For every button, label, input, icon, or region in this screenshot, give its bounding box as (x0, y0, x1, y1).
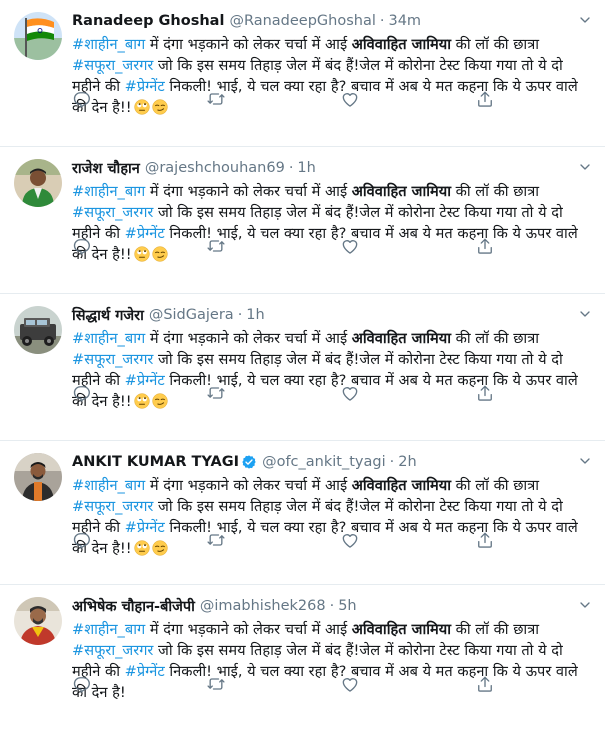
hashtag-link[interactable]: #शाहीन_बाग (72, 36, 145, 53)
hashtag-link[interactable]: #सफूरा_जरगर (72, 642, 153, 659)
verified-badge-icon (241, 454, 257, 470)
chevron-down-icon[interactable] (577, 306, 593, 322)
tweet-text-segment: की लॉ की छात्रा (450, 330, 540, 347)
user-handle[interactable]: @imabhishek268 (200, 598, 326, 614)
time-separator: · (237, 307, 243, 323)
tweet-content: अभिषेक चौहान-बीजेपी @imabhishek268 · 5h … (72, 595, 591, 703)
time-separator: · (389, 454, 395, 470)
like-icon[interactable] (340, 530, 360, 550)
tweet-header: सिद्धार्थ गजेरा @SidGajera · 1h (72, 304, 591, 326)
tweet-actions (72, 236, 492, 256)
tweet-header: Ranadeep Ghoshal @RanadeepGhoshal · 34m (72, 10, 591, 32)
tweet-text-segment: की लॉ की छात्रा (450, 477, 540, 494)
like-icon[interactable] (340, 383, 360, 403)
tweet-text-bold: अविवाहित जामिया (351, 183, 451, 200)
tweet-text-bold: अविवाहित जामिया (351, 330, 451, 347)
tweet-3[interactable]: सिद्धार्थ गजेरा @SidGajera · 1h #शाहीन_ब… (0, 294, 605, 441)
like-icon[interactable] (340, 89, 360, 109)
tweet-text-segment: में दंगा भड़काने को लेकर चर्चा में आई (145, 183, 352, 200)
hashtag-link[interactable]: #सफूरा_जरगर (72, 498, 153, 515)
hashtag-link[interactable]: #शाहीन_बाग (72, 330, 145, 347)
tweet-text-bold: अविवाहित जामिया (351, 621, 451, 638)
reply-icon[interactable] (72, 383, 92, 403)
reply-icon[interactable] (72, 89, 92, 109)
display-name[interactable]: Ranadeep Ghoshal (72, 13, 224, 29)
reply-icon[interactable] (72, 236, 92, 256)
tweet-text-bold: अविवाहित जामिया (351, 477, 451, 494)
hashtag-link[interactable]: #शाहीन_बाग (72, 477, 145, 494)
tweet-actions (72, 89, 492, 109)
display-name[interactable]: राजेश चौहान (72, 158, 140, 178)
tweet-content: राजेश चौहान @rajeshchouhan69 · 1h #शाहीन… (72, 157, 591, 265)
tweet-text-segment: की लॉ की छात्रा (450, 36, 540, 53)
tweet-text-segment: की लॉ की छात्रा (450, 621, 540, 638)
reply-icon[interactable] (72, 530, 92, 550)
hashtag-link[interactable]: #शाहीन_बाग (72, 621, 145, 638)
share-icon[interactable] (475, 236, 495, 256)
flag-avatar[interactable] (14, 12, 62, 60)
chevron-down-icon[interactable] (577, 12, 593, 28)
tweet-timestamp[interactable]: 2h (398, 454, 416, 470)
time-separator: · (288, 160, 294, 176)
chevron-down-icon[interactable] (577, 159, 593, 175)
like-icon[interactable] (340, 674, 360, 694)
tweet-timestamp[interactable]: 34m (388, 13, 421, 29)
jeep-avatar[interactable] (14, 306, 62, 354)
retweet-icon[interactable] (206, 236, 226, 256)
hashtag-link[interactable]: #सफूरा_जरगर (72, 204, 153, 221)
hashtag-link[interactable]: #सफूरा_जरगर (72, 57, 153, 74)
person-orange-avatar[interactable] (14, 453, 62, 501)
retweet-icon[interactable] (206, 674, 226, 694)
display-name[interactable]: ANKIT KUMAR TYAGI (72, 454, 239, 470)
tweet-timestamp[interactable]: 1h (297, 160, 315, 176)
tweet-text-segment: में दंगा भड़काने को लेकर चर्चा में आई (145, 477, 352, 494)
tweet-text-segment: में दंगा भड़काने को लेकर चर्चा में आई (145, 621, 352, 638)
share-icon[interactable] (475, 674, 495, 694)
tweet-content: सिद्धार्थ गजेरा @SidGajera · 1h #शाहीन_ब… (72, 304, 591, 412)
tweet-content: ANKIT KUMAR TYAGI @ofc_ankit_tyagi · 2h … (72, 451, 591, 559)
time-separator: · (379, 13, 385, 29)
tweet-text-bold: अविवाहित जामिया (351, 36, 451, 53)
retweet-icon[interactable] (206, 383, 226, 403)
tweet-2[interactable]: राजेश चौहान @rajeshchouhan69 · 1h #शाहीन… (0, 147, 605, 294)
time-separator: · (329, 598, 335, 614)
tweet-text-segment: में दंगा भड़काने को लेकर चर्चा में आई (145, 330, 352, 347)
display-name[interactable]: सिद्धार्थ गजेरा (72, 305, 144, 325)
user-handle[interactable]: @rajeshchouhan69 (145, 160, 285, 176)
tweet-header: राजेश चौहान @rajeshchouhan69 · 1h (72, 157, 591, 179)
chevron-down-icon[interactable] (577, 597, 593, 613)
user-handle[interactable]: @ofc_ankit_tyagi (262, 454, 386, 470)
tweet-timestamp[interactable]: 5h (338, 598, 356, 614)
chevron-down-icon[interactable] (577, 453, 593, 469)
reply-icon[interactable] (72, 674, 92, 694)
user-handle[interactable]: @RanadeepGhoshal (229, 13, 375, 29)
hashtag-link[interactable]: #शाहीन_बाग (72, 183, 145, 200)
tweet-timestamp[interactable]: 1h (246, 307, 264, 323)
retweet-icon[interactable] (206, 530, 226, 550)
tweet-4[interactable]: ANKIT KUMAR TYAGI @ofc_ankit_tyagi · 2h … (0, 441, 605, 585)
share-icon[interactable] (475, 383, 495, 403)
tweet-content: Ranadeep Ghoshal @RanadeepGhoshal · 34m … (72, 10, 591, 118)
tweet-text-segment: की लॉ की छात्रा (450, 183, 540, 200)
hashtag-link[interactable]: #सफूरा_जरगर (72, 351, 153, 368)
tweet-header: ANKIT KUMAR TYAGI @ofc_ankit_tyagi · 2h (72, 451, 591, 473)
tweet-5[interactable]: अभिषेक चौहान-बीजेपी @imabhishek268 · 5h … (0, 585, 605, 735)
person-red-avatar[interactable] (14, 597, 62, 645)
user-handle[interactable]: @SidGajera (149, 307, 234, 323)
person-green-avatar[interactable] (14, 159, 62, 207)
share-icon[interactable] (475, 89, 495, 109)
tweet-actions (72, 674, 492, 694)
display-name[interactable]: अभिषेक चौहान-बीजेपी (72, 596, 195, 616)
tweet-1[interactable]: Ranadeep Ghoshal @RanadeepGhoshal · 34m … (0, 0, 605, 147)
tweet-timeline: Ranadeep Ghoshal @RanadeepGhoshal · 34m … (0, 0, 605, 735)
like-icon[interactable] (340, 236, 360, 256)
tweet-text-segment: में दंगा भड़काने को लेकर चर्चा में आई (145, 36, 352, 53)
retweet-icon[interactable] (206, 89, 226, 109)
share-icon[interactable] (475, 530, 495, 550)
tweet-actions (72, 383, 492, 403)
tweet-actions (72, 530, 492, 550)
tweet-header: अभिषेक चौहान-बीजेपी @imabhishek268 · 5h (72, 595, 591, 617)
